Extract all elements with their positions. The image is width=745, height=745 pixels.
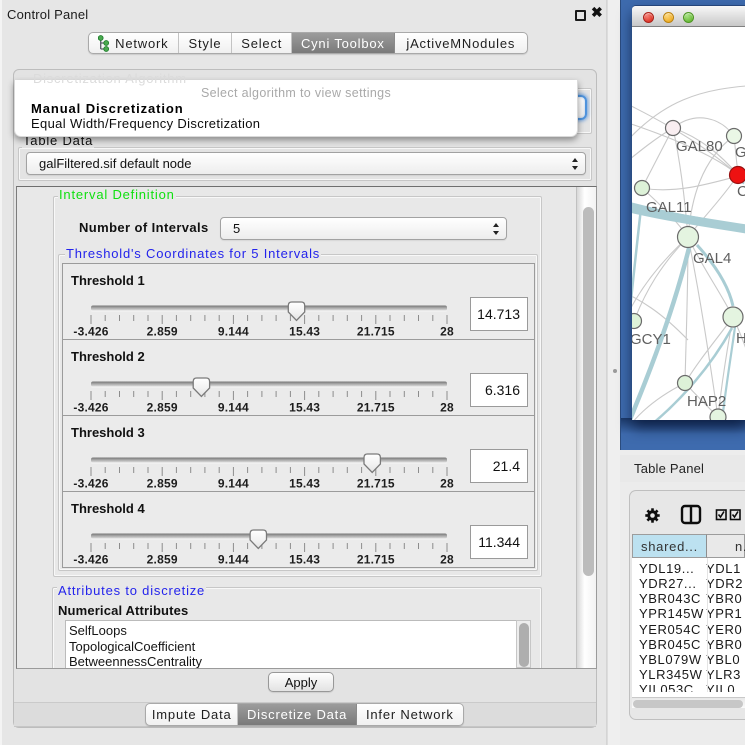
svg-text:21.715: 21.715 [357,553,395,567]
svg-text:GCY1: GCY1 [632,331,671,348]
svg-text:21.715: 21.715 [357,401,395,415]
svg-text:15.43: 15.43 [289,401,320,415]
svg-text:15.43: 15.43 [289,553,320,567]
svg-text:15.43: 15.43 [289,477,320,491]
svg-text:9.144: 9.144 [218,401,249,415]
svg-text:21.715: 21.715 [357,477,395,491]
svg-text:2.859: 2.859 [147,553,178,567]
svg-text:HAP2: HAP2 [687,393,726,410]
svg-text:GAL80: GAL80 [676,138,723,155]
svg-text:2.859: 2.859 [147,325,178,339]
svg-text:9.144: 9.144 [218,477,249,491]
svg-text:28: 28 [440,553,454,567]
svg-text:28: 28 [440,401,454,415]
svg-text:2.859: 2.859 [147,477,178,491]
svg-text:-3.426: -3.426 [73,553,108,567]
svg-text:-3.426: -3.426 [73,477,108,491]
svg-text:28: 28 [440,477,454,491]
svg-text:28: 28 [440,325,454,339]
svg-text:GAL11: GAL11 [646,199,692,216]
svg-text:15.43: 15.43 [289,325,320,339]
svg-text:9.144: 9.144 [218,325,249,339]
svg-text:GA: GA [735,144,745,161]
svg-text:GAL4: GAL4 [693,250,731,267]
svg-text:9.144: 9.144 [218,553,249,567]
svg-text:21.715: 21.715 [357,325,395,339]
svg-text:H: H [736,330,745,347]
svg-text:-3.426: -3.426 [73,325,108,339]
svg-text:-3.426: -3.426 [73,401,108,415]
svg-text:2.859: 2.859 [147,401,178,415]
svg-text:C: C [737,183,745,200]
